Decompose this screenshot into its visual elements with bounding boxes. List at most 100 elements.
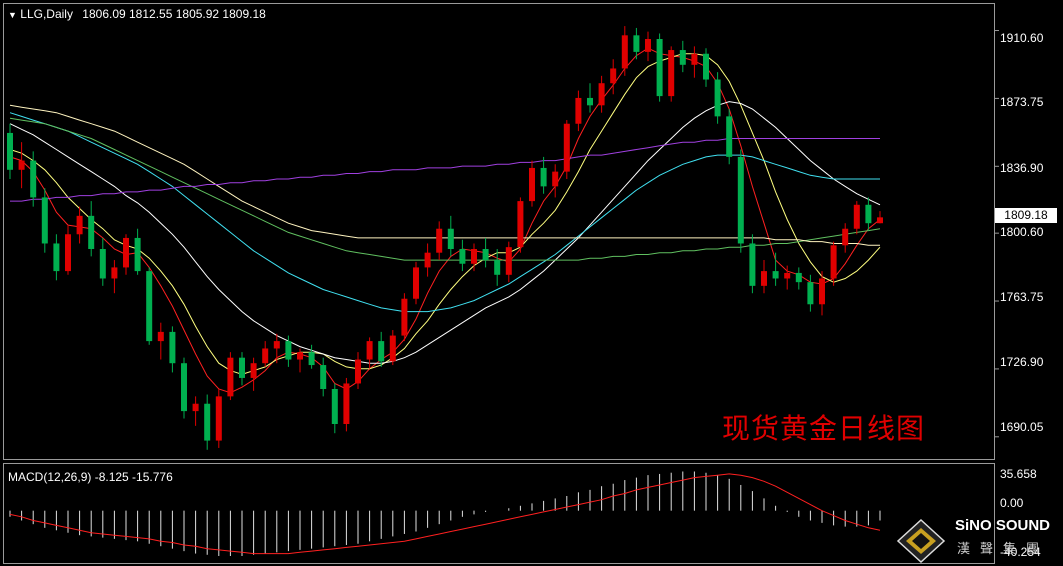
chart-watermark-title: 现货黄金日线图 xyxy=(722,412,926,445)
macd-axis-label: 35.658 xyxy=(1000,467,1037,481)
candle-body-up xyxy=(123,237,129,268)
candle-body-up xyxy=(505,247,512,275)
candle-body-up xyxy=(517,201,524,248)
macd-label: MACD(12,26,9) -8.125 -15.776 xyxy=(8,470,173,484)
ohlc-values: 1806.09 1812.55 1805.92 1809.18 xyxy=(82,7,266,21)
candle-body-down xyxy=(204,403,211,441)
candle-body-down xyxy=(795,272,802,283)
candle-body-up xyxy=(621,35,628,69)
candle-body-down xyxy=(181,363,187,412)
candle-body-down xyxy=(703,53,709,80)
candle-body-up xyxy=(877,217,883,224)
candle-body-down xyxy=(41,197,48,244)
candle-body-down xyxy=(378,341,385,362)
price-label: 1726.90 xyxy=(1000,355,1044,369)
candle-body-up xyxy=(111,267,118,279)
candle-body-down xyxy=(714,79,721,117)
candle-body-down xyxy=(320,365,327,389)
candle-body-down xyxy=(656,39,663,97)
candle-body-up xyxy=(552,171,559,187)
candle-body-up xyxy=(842,228,849,246)
candle-body-down xyxy=(807,282,814,305)
symbol-header: ▼ LLG,Daily 1806.09 1812.55 1805.92 1809… xyxy=(8,7,266,21)
candle-body-up xyxy=(563,123,570,172)
price-label: 1910.60 xyxy=(1000,31,1044,45)
candle-body-up xyxy=(830,245,837,279)
candle-body-up xyxy=(424,252,431,268)
moving-average-line xyxy=(9,53,881,375)
candle-body-down xyxy=(587,97,593,106)
price-label: 1690.05 xyxy=(1000,420,1044,434)
candle-body-up xyxy=(389,335,396,362)
candle-body-down xyxy=(146,271,153,342)
candle-body-up xyxy=(598,83,605,106)
macd-axis-label: 0.00 xyxy=(1000,496,1024,510)
candle-body-up xyxy=(262,348,269,364)
candle-body-up xyxy=(529,167,535,202)
candle-body-up xyxy=(471,249,477,264)
candle-body-down xyxy=(772,271,779,279)
candle-body-up xyxy=(250,363,257,378)
logo-text-cn: 漢聲集團 xyxy=(957,541,1050,556)
candle-body-up xyxy=(413,267,419,299)
candle-body-down xyxy=(540,167,547,187)
candle-body-down xyxy=(865,204,872,224)
candle-body-down xyxy=(285,341,292,360)
candle-body-down xyxy=(679,50,686,65)
candle-body-up xyxy=(76,215,83,235)
candle-body-down xyxy=(331,389,338,424)
candle-body-down xyxy=(308,352,315,366)
current-price-tag: 1809.18 xyxy=(995,208,1057,223)
macd-indicator xyxy=(9,471,881,557)
collapse-triangle-icon[interactable]: ▼ xyxy=(8,10,17,20)
candle-body-up xyxy=(355,359,361,384)
candle-body-up xyxy=(436,228,443,253)
candle-body-down xyxy=(30,160,37,198)
candle-body-up xyxy=(157,331,164,342)
price-label: 1800.60 xyxy=(1000,225,1044,239)
moving-average-line xyxy=(9,101,881,364)
candle-body-up xyxy=(645,39,651,52)
candle-body-down xyxy=(134,237,141,272)
candle-body-down xyxy=(459,249,466,264)
candle-body-up xyxy=(366,341,373,360)
candle-body-down xyxy=(88,215,95,249)
macd-signal-line xyxy=(9,473,881,555)
candle-body-up xyxy=(18,160,25,170)
candle-body-down xyxy=(482,249,489,261)
candle-body-up xyxy=(668,50,675,97)
candle-body-up xyxy=(610,68,617,84)
candle-body-up xyxy=(297,352,303,360)
candle-body-up xyxy=(401,298,408,336)
candle-body-down xyxy=(633,35,640,52)
moving-average-line xyxy=(9,47,881,394)
candle-body-up xyxy=(215,396,222,441)
candle-body-up xyxy=(343,383,350,424)
candle-body-up xyxy=(273,341,280,349)
candle-body-up xyxy=(575,97,582,124)
candle-body-down xyxy=(494,260,501,275)
candle-body-up xyxy=(227,357,234,397)
sino-sound-logo: SiNO SOUND 漢聲集團 xyxy=(895,514,1063,566)
candle-body-up xyxy=(691,53,698,65)
symbol-label: LLG,Daily xyxy=(20,7,73,21)
price-label: 1836.90 xyxy=(1000,161,1044,175)
moving-average-lines xyxy=(9,47,881,394)
candle-body-up xyxy=(853,204,860,229)
candle-body-down xyxy=(737,156,744,244)
candle-body-up xyxy=(65,234,71,272)
moving-average-line xyxy=(10,138,880,202)
price-label: 1763.75 xyxy=(1000,290,1044,304)
candle-body-down xyxy=(53,243,60,272)
candle-body-down xyxy=(7,132,13,170)
candle-body-down xyxy=(447,228,454,249)
candle-body-up xyxy=(784,272,791,279)
candle-body-down xyxy=(239,357,245,378)
logo-text-en: SiNO SOUND xyxy=(955,517,1051,534)
candle-body-up xyxy=(192,403,199,412)
candle-body-down xyxy=(749,243,756,286)
candle-body-down xyxy=(726,116,733,157)
candle-body-up xyxy=(761,271,767,286)
candle-body-down xyxy=(99,249,106,279)
candle-body-up xyxy=(819,278,825,305)
